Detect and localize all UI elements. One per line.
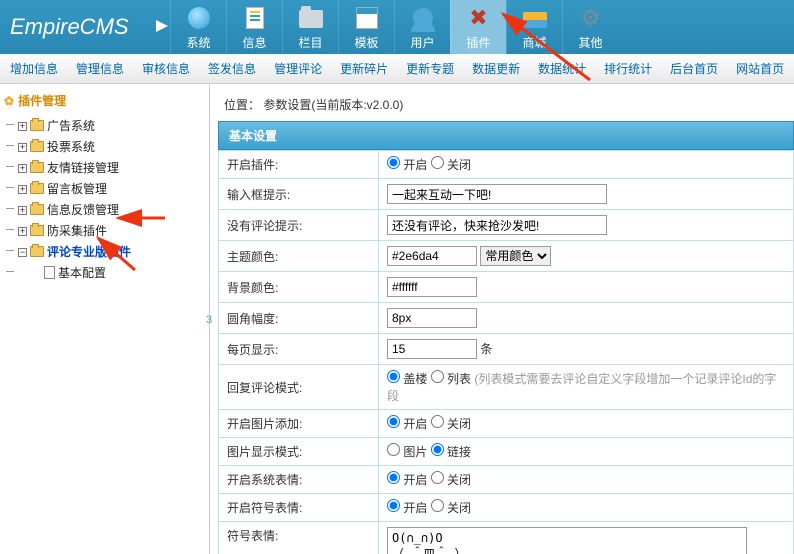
cell-enable: 开启 关闭 <box>379 151 794 179</box>
bg-color-field[interactable] <box>387 277 477 297</box>
lbl-enable: 开启插件: <box>219 151 379 179</box>
lbl-img-add: 开启图片添加: <box>219 410 379 438</box>
tree-node[interactable]: +广告系统 <box>4 115 205 136</box>
lbl-img-mode: 图片显示模式: <box>219 438 379 466</box>
logo-arrow-icon <box>156 20 168 32</box>
submenu-item[interactable]: 排行统计 <box>604 60 652 77</box>
tree-node[interactable]: +留言板管理 <box>4 178 205 199</box>
nav-系统[interactable]: 系统 <box>170 0 226 54</box>
section-header: 基本设置 <box>218 121 794 150</box>
sidebar: 插件管理 +广告系统+投票系统+友情链接管理+留言板管理+信息反馈管理+防采集插… <box>0 84 210 554</box>
lbl-bg-color: 背景颜色: <box>219 272 379 303</box>
main-panel: 位置： 参数设置(当前版本:v2.0.0) 基本设置 开启插件: 开启 关闭 输… <box>210 84 794 554</box>
radio-img-mode-b[interactable]: 链接 <box>431 445 471 459</box>
nav-icon <box>521 4 549 32</box>
submenu-item[interactable]: 数据更新 <box>472 60 520 77</box>
theme-color-field[interactable] <box>387 246 477 266</box>
radio-img-add-on[interactable]: 开启 <box>387 417 427 431</box>
per-page-unit: 条 <box>480 342 492 356</box>
nav-icon: ⚙ <box>577 4 605 32</box>
tree-node[interactable]: +投票系统 <box>4 136 205 157</box>
lbl-per-page: 每页显示: <box>219 334 379 365</box>
submenu-item[interactable]: 后台首页 <box>670 60 718 77</box>
radio-sys-emoji-off[interactable]: 关闭 <box>431 473 471 487</box>
tree-node[interactable]: +友情链接管理 <box>4 157 205 178</box>
sym-list-field[interactable] <box>387 527 747 554</box>
nav-其他[interactable]: ⚙其他 <box>562 0 618 54</box>
settings-table: 开启插件: 开启 关闭 输入框提示: 没有评论提示: 主题颜色: 常用颜色 背景… <box>218 150 794 554</box>
radio-reply-b[interactable]: 列表 <box>431 372 471 386</box>
lbl-no-comment: 没有评论提示: <box>219 210 379 241</box>
nav-信息[interactable]: 信息 <box>226 0 282 54</box>
nav-商城[interactable]: 商城 <box>506 0 562 54</box>
radius-field[interactable] <box>387 308 477 328</box>
radio-sys-emoji-on[interactable]: 开启 <box>387 473 427 487</box>
nav-栏目[interactable]: 栏目 <box>282 0 338 54</box>
submenu-item[interactable]: 增加信息 <box>10 60 58 77</box>
lbl-radius: 圆角幅度: <box>219 303 379 334</box>
submenu-item[interactable]: 数据统计 <box>538 60 586 77</box>
sidebar-title: 插件管理 <box>4 90 205 115</box>
submenu-item[interactable]: 管理评论 <box>274 60 322 77</box>
sub-menu: 增加信息 管理信息 审核信息 签发信息 管理评论 更新碎片 更新专题 数据更新 数据统计 排行统计… <box>0 54 794 84</box>
submenu-item[interactable]: 更新专题 <box>406 60 454 77</box>
theme-color-select[interactable]: 常用颜色 <box>480 246 551 266</box>
lbl-sym-list: 符号表情: <box>219 522 379 554</box>
top-nav: EmpireCMS 系统信息栏目模板用户✖插件商城⚙其他 <box>0 0 794 54</box>
nav-icon <box>185 4 213 32</box>
nav-icon: ✖ <box>465 4 493 32</box>
submenu-item[interactable]: 网站首页 <box>736 60 784 77</box>
lbl-sym-emoji: 开启符号表情: <box>219 494 379 522</box>
nav-插件[interactable]: ✖插件 <box>450 0 506 54</box>
input-hint-field[interactable] <box>387 184 607 204</box>
nav-用户[interactable]: 用户 <box>394 0 450 54</box>
radio-img-add-off[interactable]: 关闭 <box>431 417 471 431</box>
nav-模板[interactable]: 模板 <box>338 0 394 54</box>
submenu-item[interactable]: 审核信息 <box>142 60 190 77</box>
tree-leaf[interactable]: 基本配置 <box>4 262 205 283</box>
tree-node[interactable]: +防采集插件 <box>4 220 205 241</box>
drag-handle[interactable]: 3 <box>206 314 212 326</box>
lbl-sys-emoji: 开启系统表情: <box>219 466 379 494</box>
nav-icon <box>297 4 325 32</box>
brand-logo: EmpireCMS <box>0 0 170 54</box>
radio-enable-on[interactable]: 开启 <box>387 158 427 172</box>
submenu-item[interactable]: 管理信息 <box>76 60 124 77</box>
nav-icon <box>409 4 437 32</box>
tree-node-active[interactable]: −评论专业版插件 <box>4 241 205 262</box>
per-page-field[interactable] <box>387 339 477 359</box>
submenu-item[interactable]: 更新碎片 <box>340 60 388 77</box>
radio-sym-emoji-off[interactable]: 关闭 <box>431 501 471 515</box>
breadcrumb: 位置： 参数设置(当前版本:v2.0.0) <box>218 92 794 121</box>
nav-icon <box>353 4 381 32</box>
radio-img-mode-a[interactable]: 图片 <box>387 445 427 459</box>
radio-reply-a[interactable]: 盖楼 <box>387 372 427 386</box>
tree-node[interactable]: +信息反馈管理 <box>4 199 205 220</box>
submenu-item[interactable]: 签发信息 <box>208 60 256 77</box>
nav-icon <box>241 4 269 32</box>
no-comment-field[interactable] <box>387 215 607 235</box>
lbl-reply-mode: 回复评论模式: <box>219 365 379 410</box>
lbl-theme-color: 主题颜色: <box>219 241 379 272</box>
lbl-input-hint: 输入框提示: <box>219 179 379 210</box>
radio-sym-emoji-on[interactable]: 开启 <box>387 501 427 515</box>
radio-enable-off[interactable]: 关闭 <box>431 158 471 172</box>
